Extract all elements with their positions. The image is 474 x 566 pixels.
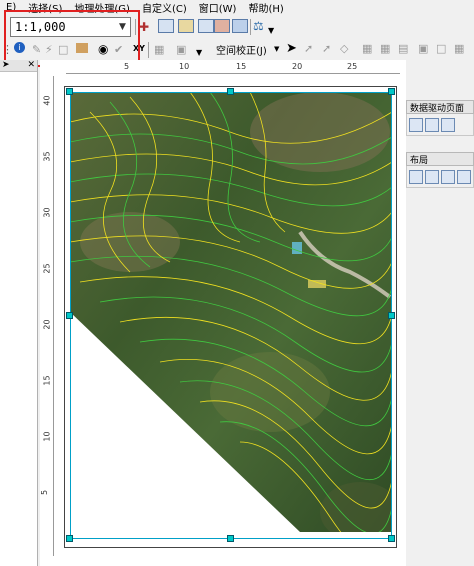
- toolbar-separator: [135, 19, 136, 35]
- ruler-label: 5: [124, 62, 130, 71]
- panel-header: ➤ ✕: [0, 60, 37, 72]
- refresh-pages-icon[interactable]: [425, 117, 439, 132]
- ruler-label: 30: [42, 207, 52, 218]
- zoom-out-icon[interactable]: [425, 169, 439, 184]
- limited-adjust-icon[interactable]: □: [436, 42, 446, 55]
- data-frame-border[interactable]: [70, 92, 392, 539]
- selection-handle[interactable]: [227, 535, 234, 542]
- html-popup-icon[interactable]: □: [58, 43, 68, 56]
- zoom-in-icon[interactable]: [409, 169, 423, 184]
- menu-item-window[interactable]: 窗口(W): [193, 0, 243, 15]
- table-of-contents-panel: ➤ ✕: [0, 60, 38, 566]
- map-scale-value[interactable]: 1:1,000: [11, 20, 115, 34]
- chevron-down-icon[interactable]: ▼: [274, 45, 279, 53]
- menu-item-geoprocessing[interactable]: 地理处理(G): [68, 0, 136, 15]
- adjust-icon[interactable]: ▦: [454, 42, 464, 55]
- search-window-icon[interactable]: [198, 19, 214, 33]
- menu-item-edit[interactable]: E): [0, 2, 22, 13]
- setup-pages-icon[interactable]: [409, 117, 423, 132]
- close-icon[interactable]: ✕: [27, 60, 35, 71]
- toolbar-separator: [250, 19, 251, 35]
- menu-item-selection[interactable]: 选择(S): [22, 0, 68, 15]
- selection-handle[interactable]: [66, 535, 73, 542]
- ruler-label: 5: [40, 489, 50, 496]
- model-builder-icon[interactable]: ⚖: [253, 19, 264, 33]
- identify-icon[interactable]: i: [14, 42, 25, 53]
- menu-item-customize[interactable]: 自定义(C): [136, 0, 193, 15]
- selection-handle[interactable]: [388, 312, 395, 319]
- edit-vertices-icon[interactable]: ✚: [139, 20, 149, 34]
- table-icon[interactable]: [158, 19, 174, 33]
- toolbar-separator: [148, 42, 149, 58]
- ruler-label: 10: [42, 431, 52, 442]
- layout-tools-toolbar: [406, 166, 474, 188]
- ruler-label: 35: [42, 151, 52, 162]
- catalog-icon[interactable]: [178, 19, 194, 33]
- go-to-xy-icon[interactable]: XY: [133, 44, 145, 53]
- toolbar-grip-icon: ⋮: [2, 43, 13, 56]
- python-window-icon[interactable]: [232, 19, 248, 33]
- measure-icon[interactable]: ✎: [32, 43, 41, 56]
- select-elements-icon[interactable]: ➤: [286, 41, 297, 56]
- attribute-transfer-icon[interactable]: ▦: [380, 42, 390, 55]
- map-scale-combo[interactable]: 1:1,000 ▼: [10, 17, 131, 37]
- menu-item-help[interactable]: 帮助(H): [242, 0, 289, 15]
- view-link-table-icon[interactable]: ▤: [398, 42, 408, 55]
- new-displacement-link-icon[interactable]: ➚: [304, 42, 313, 55]
- page-table-icon[interactable]: [441, 117, 455, 132]
- preview-icon[interactable]: ▣: [418, 42, 428, 55]
- horizontal-ruler: 5 10 15 20 25: [66, 62, 400, 74]
- zoom-whole-page-icon[interactable]: [457, 169, 471, 184]
- hyperlink-icon[interactable]: ⚡: [45, 43, 53, 56]
- modify-link-icon[interactable]: ➚: [322, 42, 331, 55]
- link-table-icon[interactable]: ▦: [362, 42, 372, 55]
- binoculars-icon[interactable]: ◉: [98, 42, 108, 56]
- data-driven-pages-title[interactable]: 数据驱动页面: [406, 100, 474, 114]
- ruler-label: 25: [347, 62, 358, 71]
- menu-bar: E) 选择(S) 地理处理(G) 自定义(C) 窗口(W) 帮助(H): [0, 0, 474, 15]
- ruler-label: 20: [42, 319, 52, 330]
- find-icon[interactable]: [76, 43, 88, 53]
- toolbar-overflow-icon[interactable]: ▼: [196, 48, 202, 57]
- selection-handle[interactable]: [388, 88, 395, 95]
- pin-icon[interactable]: ➤: [2, 60, 10, 71]
- ruler-label: 40: [42, 95, 52, 106]
- ruler-label: 15: [42, 375, 52, 386]
- panel-gap: [406, 136, 474, 152]
- multi-link-icon[interactable]: ◇: [340, 42, 348, 55]
- spatial-adjustment-menu[interactable]: 空间校正(J): [216, 42, 267, 57]
- ruler-label: 20: [292, 62, 303, 71]
- create-viewer-icon[interactable]: ▣: [176, 43, 186, 56]
- floating-toolbars: 数据驱动页面 布局: [406, 100, 474, 566]
- selection-handle[interactable]: [227, 88, 234, 95]
- data-driven-pages-toolbar: [406, 114, 474, 136]
- layout-toolbar-title[interactable]: 布局: [406, 152, 474, 166]
- find-route-icon[interactable]: ✔: [114, 43, 123, 56]
- toolbar-overflow-icon[interactable]: ▼: [268, 26, 274, 35]
- selection-handle[interactable]: [388, 535, 395, 542]
- selection-handle[interactable]: [66, 312, 73, 319]
- ruler-label: 25: [42, 263, 52, 274]
- chevron-down-icon[interactable]: ▼: [115, 18, 130, 36]
- selection-handle[interactable]: [66, 88, 73, 95]
- arctoolbox-icon[interactable]: [214, 19, 230, 33]
- ruler-label: 10: [179, 62, 190, 71]
- ruler-label: 15: [236, 62, 247, 71]
- vertical-ruler: 40 35 30 25 20 15 10 5: [40, 76, 54, 556]
- time-slider-icon[interactable]: ▦: [154, 43, 164, 56]
- pan-icon[interactable]: [441, 169, 455, 184]
